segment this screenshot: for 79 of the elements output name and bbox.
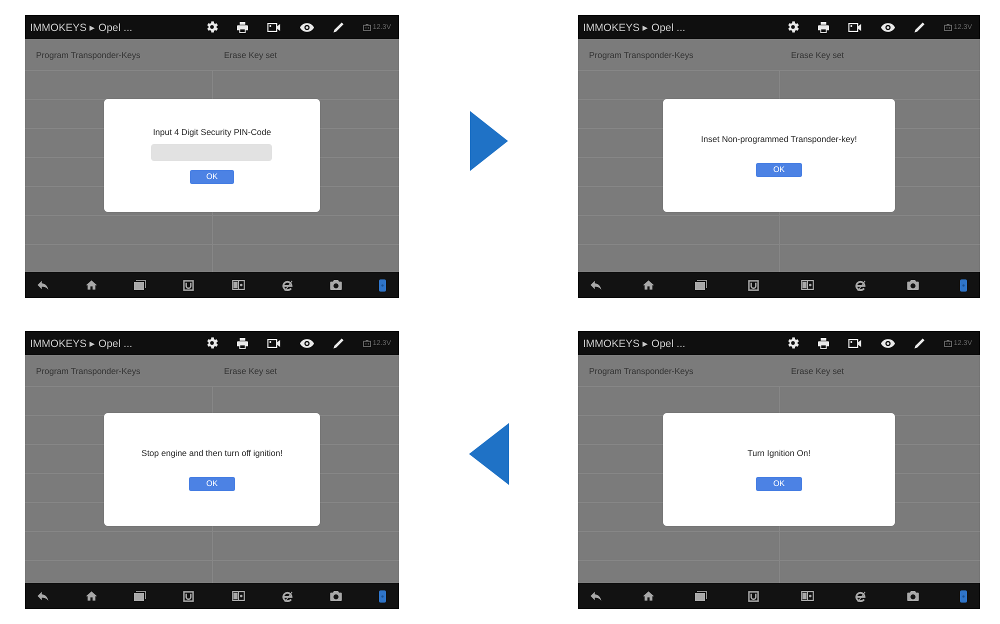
u-box-icon[interactable] [748,590,760,602]
stacked-windows-icon[interactable] [695,280,708,290]
split-panel-icon[interactable] [800,280,814,290]
battery-icon [944,340,953,346]
function-item[interactable]: Program Transponder-Keys [589,366,694,376]
back-icon[interactable] [590,280,602,290]
function-item[interactable]: Erase Key set [224,366,277,376]
function-item[interactable]: Erase Key set [791,50,844,60]
camera-icon[interactable] [906,280,919,290]
battery-icon [362,24,372,30]
pin-input-field[interactable] [151,144,272,161]
e-logo-icon[interactable] [854,280,866,290]
stacked-windows-icon[interactable] [134,591,146,601]
settings-icon[interactable] [786,337,799,349]
stacked-windows-icon[interactable] [695,591,708,601]
settings-icon[interactable] [786,21,799,33]
handheld-device-icon[interactable] [378,590,386,602]
function-item[interactable]: Erase Key set [224,50,277,60]
home-icon[interactable] [86,280,98,290]
printer-icon[interactable] [236,338,248,348]
pencil-icon[interactable] [332,338,344,348]
e-logo-icon[interactable] [282,590,293,602]
u-box-icon[interactable] [183,590,194,602]
camera-icon[interactable] [906,591,919,601]
arrow-right-icon [470,110,508,170]
eye-icon[interactable] [880,22,895,32]
ok-button[interactable]: OK [756,163,802,177]
e-logo-icon[interactable] [854,590,866,602]
function-item[interactable]: Program Transponder-Keys [589,50,694,60]
video-camera-icon[interactable] [848,22,862,32]
pencil-icon[interactable] [332,22,344,32]
arrow-left-icon [468,423,508,485]
dialog-message: Inset Non-programmed Transponder-key! [701,134,857,144]
back-icon[interactable] [37,591,49,601]
function-item[interactable]: Erase Key set [791,366,844,376]
home-icon[interactable] [643,591,654,601]
ok-button[interactable]: OK [190,170,234,184]
split-panel-icon[interactable] [232,591,245,601]
home-icon[interactable] [643,280,654,290]
breadcrumb: IMMOKEYS ▸ Opel ... [583,20,686,34]
ok-button[interactable]: OK [756,476,802,490]
ok-button[interactable]: OK [188,476,235,490]
pencil-icon[interactable] [914,338,925,348]
stacked-windows-icon[interactable] [134,280,146,290]
eye-icon[interactable] [300,338,314,348]
breadcrumb: IMMOKEYS ▸ Opel ... [30,336,132,350]
printer-icon[interactable] [818,22,829,32]
video-camera-icon[interactable] [266,22,281,32]
e-logo-icon[interactable] [282,280,293,290]
settings-icon[interactable] [206,337,218,349]
handheld-device-icon[interactable] [960,590,967,602]
printer-icon[interactable] [818,338,829,348]
back-icon[interactable] [37,280,49,290]
battery-icon [944,24,953,30]
u-box-icon[interactable] [748,280,760,290]
handheld-device-icon[interactable] [378,278,386,292]
camera-icon[interactable] [330,591,342,601]
dialog-message: Turn Ignition On! [747,448,810,458]
dialog-message: Stop engine and then turn off ignition! [141,448,283,458]
back-icon[interactable] [590,591,602,601]
camera-icon[interactable] [330,280,342,290]
split-panel-icon[interactable] [800,591,814,601]
settings-icon[interactable] [206,21,218,33]
video-camera-icon[interactable] [266,338,281,348]
printer-icon[interactable] [236,22,248,32]
eye-icon[interactable] [300,22,314,32]
eye-icon[interactable] [880,338,895,348]
u-box-icon[interactable] [183,280,194,290]
handheld-device-icon[interactable] [960,278,967,292]
breadcrumb: IMMOKEYS ▸ Opel ... [30,20,132,34]
breadcrumb: IMMOKEYS ▸ Opel ... [583,336,686,350]
function-item[interactable]: Program Transponder-Keys [36,50,140,60]
battery-icon [362,340,372,346]
split-panel-icon[interactable] [232,280,245,290]
video-camera-icon[interactable] [848,338,862,348]
dialog-message: Input 4 Digit Security PIN-Code [152,127,272,137]
home-icon[interactable] [86,591,98,601]
function-item[interactable]: Program Transponder-Keys [36,366,140,376]
pencil-icon[interactable] [914,22,925,32]
